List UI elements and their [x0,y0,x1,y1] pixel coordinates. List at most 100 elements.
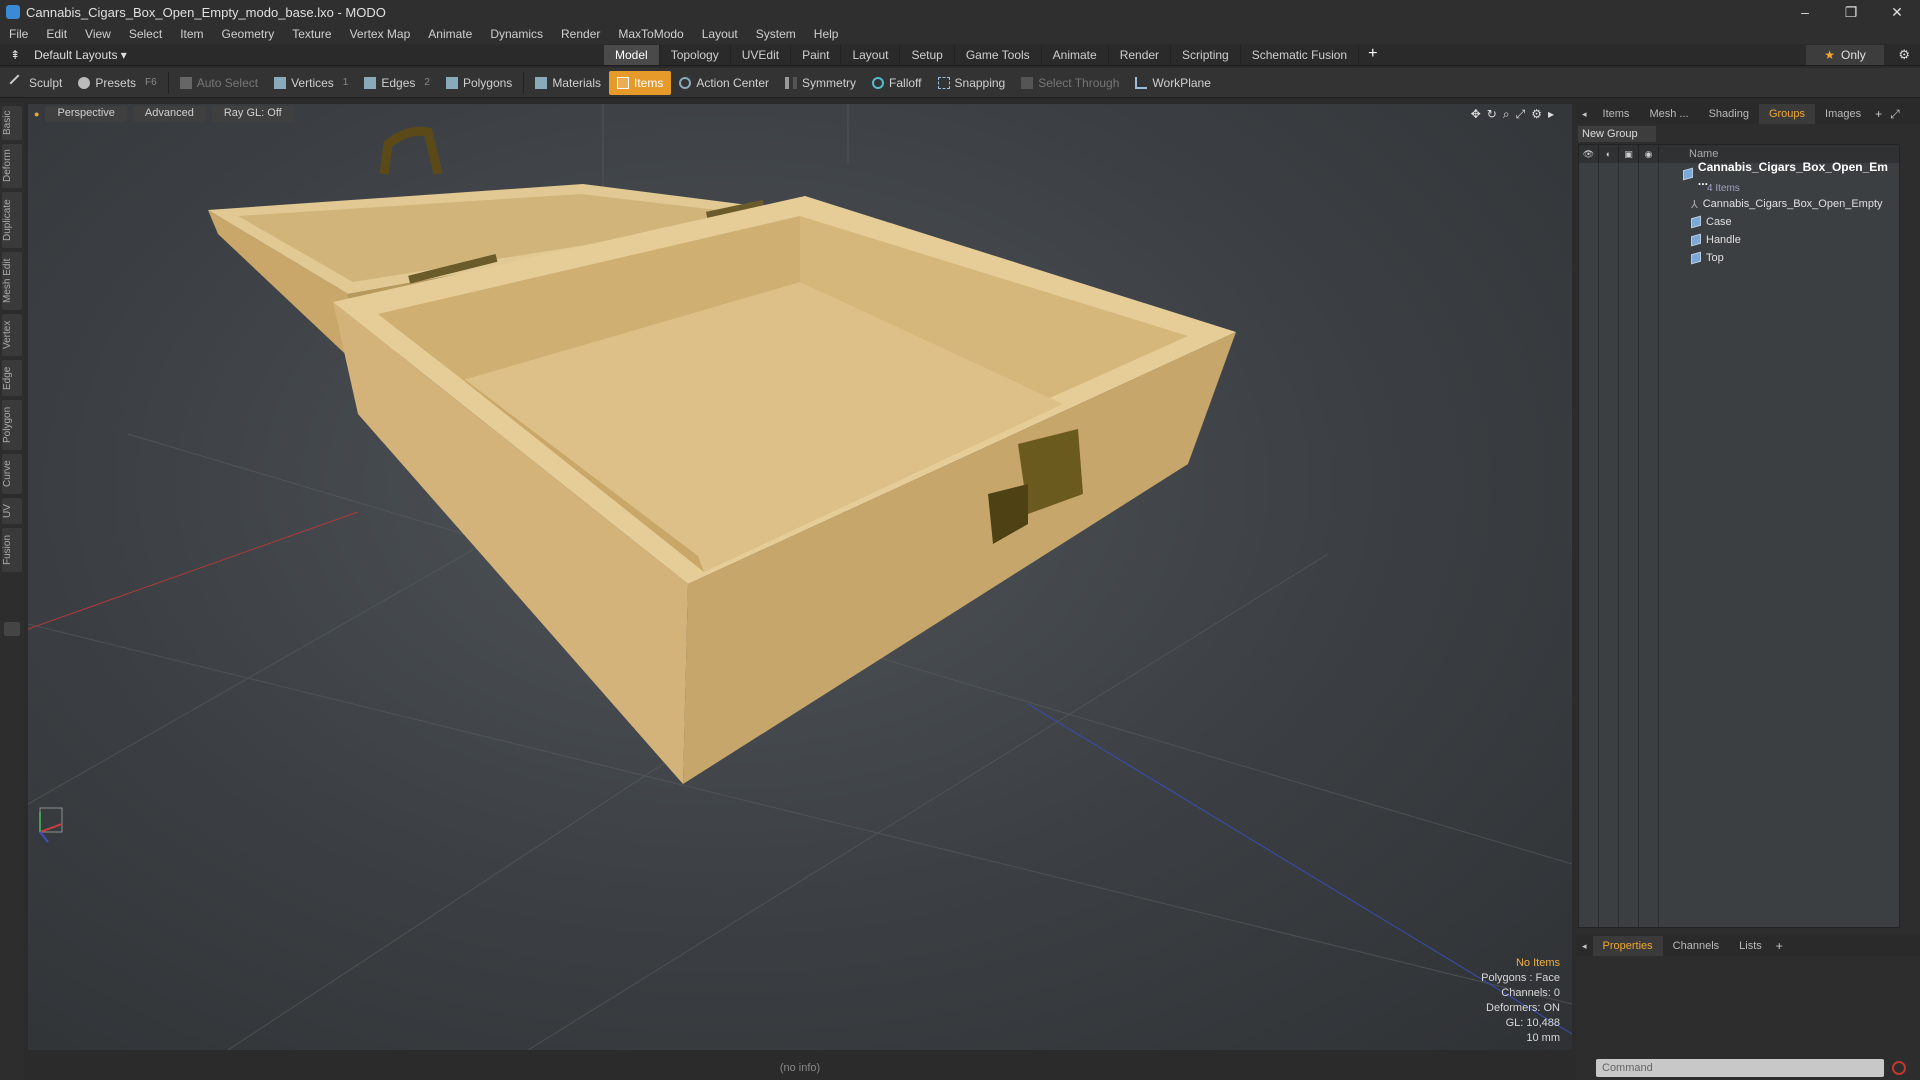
workplane-button[interactable]: WorkPlane [1127,71,1218,95]
tab-images[interactable]: Images [1815,104,1871,124]
sculpt-button[interactable]: Sculpt [4,71,70,95]
add-tab-button[interactable]: + [1359,44,1386,66]
side-tab-mesh-edit[interactable]: Mesh Edit [2,252,22,310]
action-center-icon [679,76,692,89]
add-props-tab-icon[interactable]: + [1772,939,1787,953]
menu-dynamics[interactable]: Dynamics [481,27,552,41]
lock-icon[interactable]: ▣ [1619,145,1639,163]
menu-texture[interactable]: Texture [283,27,340,41]
tab-schematic-fusion[interactable]: Schematic Fusion [1241,45,1360,65]
menu-help[interactable]: Help [805,27,848,41]
polygons-info: Polygons : Face [1481,972,1560,984]
gear-icon[interactable]: ⚙ [1898,47,1910,63]
strip-toggle-button[interactable] [4,622,20,636]
restore-button[interactable]: ❐ [1828,0,1874,24]
items-button[interactable]: Items [609,70,672,95]
render-icon[interactable]: ◐ [1599,145,1619,163]
menu-item[interactable]: Item [171,27,212,41]
menu-render[interactable]: Render [552,27,609,41]
side-tab-basic[interactable]: Basic [2,106,22,140]
menu-select[interactable]: Select [120,27,171,41]
tab-game-tools[interactable]: Game Tools [955,45,1042,65]
menu-layout[interactable]: Layout [693,27,747,41]
tab-topology[interactable]: Topology [660,45,731,65]
minimize-button[interactable]: – [1782,0,1828,24]
menu-view[interactable]: View [76,27,120,41]
shading-mode-button[interactable]: Advanced [132,106,206,122]
new-group-button[interactable]: New Group [1578,126,1656,142]
fit-icon[interactable]: ⤢ [1516,107,1526,122]
select-through-button[interactable]: Select Through [1013,71,1127,95]
panel-expand-icon[interactable]: ⤢ [1886,107,1904,122]
snapping-button[interactable]: Snapping [930,71,1014,95]
tab-properties[interactable]: Properties [1592,936,1663,956]
select-icon[interactable]: ◉ [1639,145,1659,163]
menu-geometry[interactable]: Geometry [213,27,284,41]
only-toggle[interactable]: ★ Only [1806,45,1884,65]
presets-button[interactable]: Presets F6 [70,71,164,95]
polygons-button[interactable]: Polygons [438,71,520,95]
3d-viewport[interactable]: ● Perspective Advanced Ray GL: Off ✥ ↻ ⌕… [28,104,1572,1050]
tab-groups[interactable]: Groups [1758,104,1816,124]
only-label: Only [1841,48,1866,62]
add-panel-tab-icon[interactable]: + [1871,107,1886,121]
view-mode-button[interactable]: Perspective [45,106,127,122]
pan-icon[interactable]: ✥ [1471,107,1481,122]
menu-system[interactable]: System [747,27,805,41]
tab-model[interactable]: Model [604,45,660,65]
tab-setup[interactable]: Setup [900,45,955,65]
tab-paint[interactable]: Paint [791,45,842,65]
materials-button[interactable]: Materials [527,71,609,95]
tab-lists[interactable]: Lists [1729,936,1772,956]
falloff-button[interactable]: Falloff [864,71,929,95]
symmetry-button[interactable]: Symmetry [777,71,864,95]
vertices-button[interactable]: Vertices 1 [266,71,356,95]
tab-mesh[interactable]: Mesh ... [1639,104,1698,124]
viewport-menu-icon[interactable]: ● [34,106,39,122]
menu-vertex-map[interactable]: Vertex Map [341,27,420,41]
tree-item-handle[interactable]: Handle [1691,231,1741,249]
tree-item-top[interactable]: Top [1691,249,1724,267]
auto-select-button[interactable]: Auto Select [172,71,266,95]
menu-file[interactable]: File [0,27,37,41]
expand-arrow-icon[interactable]: ▸ [1548,107,1554,122]
tab-uvedit[interactable]: UVEdit [731,45,792,65]
tree-item-case[interactable]: Case [1691,213,1732,231]
visibility-eye-icon[interactable]: 👁 [1579,145,1599,163]
tab-animate[interactable]: Animate [1042,45,1109,65]
side-tab-fusion[interactable]: Fusion [2,528,22,572]
raygl-toggle[interactable]: Ray GL: Off [211,106,294,122]
tab-layout[interactable]: Layout [841,45,901,65]
command-input[interactable]: Command [1596,1059,1884,1077]
collapse-icon[interactable]: ⇞ [10,48,20,62]
side-tab-uv[interactable]: UV [2,498,22,524]
side-tab-vertex[interactable]: Vertex [2,314,22,356]
viewport-gear-icon[interactable]: ⚙ [1531,107,1542,122]
layout-selector[interactable]: Default Layouts ▾ [34,48,127,62]
panel-menu-icon[interactable]: ◂ [1576,109,1593,120]
props-menu-icon[interactable]: ◂ [1576,941,1593,952]
action-center-button[interactable]: Action Center [671,71,777,95]
workplane-label: WorkPlane [1152,75,1211,90]
menu-animate[interactable]: Animate [419,27,481,41]
side-tab-curve[interactable]: Curve [2,454,22,494]
menu-maxtomodo[interactable]: MaxToModo [609,27,692,41]
zoom-icon[interactable]: ⌕ [1503,107,1510,122]
tab-channels[interactable]: Channels [1663,936,1729,956]
name-column-header[interactable]: Name [1689,148,1718,160]
tab-scripting[interactable]: Scripting [1171,45,1241,65]
edges-button[interactable]: Edges 2 [356,71,438,95]
side-tab-duplicate[interactable]: Duplicate [2,192,22,248]
rotate-icon[interactable]: ↻ [1487,107,1497,122]
menu-edit[interactable]: Edit [37,27,76,41]
command-run-button[interactable] [1892,1061,1906,1075]
side-tab-edge[interactable]: Edge [2,360,22,396]
tab-items[interactable]: Items [1593,104,1640,124]
snapping-icon [937,76,950,89]
close-button[interactable]: ✕ [1874,0,1920,24]
side-tab-polygon[interactable]: Polygon [2,400,22,450]
side-tab-deform[interactable]: Deform [2,144,22,188]
tab-render[interactable]: Render [1109,45,1172,65]
tree-item-locator[interactable]: ⅄ Cannabis_Cigars_Box_Open_Empty [1691,195,1883,213]
tab-shading[interactable]: Shading [1699,104,1759,124]
